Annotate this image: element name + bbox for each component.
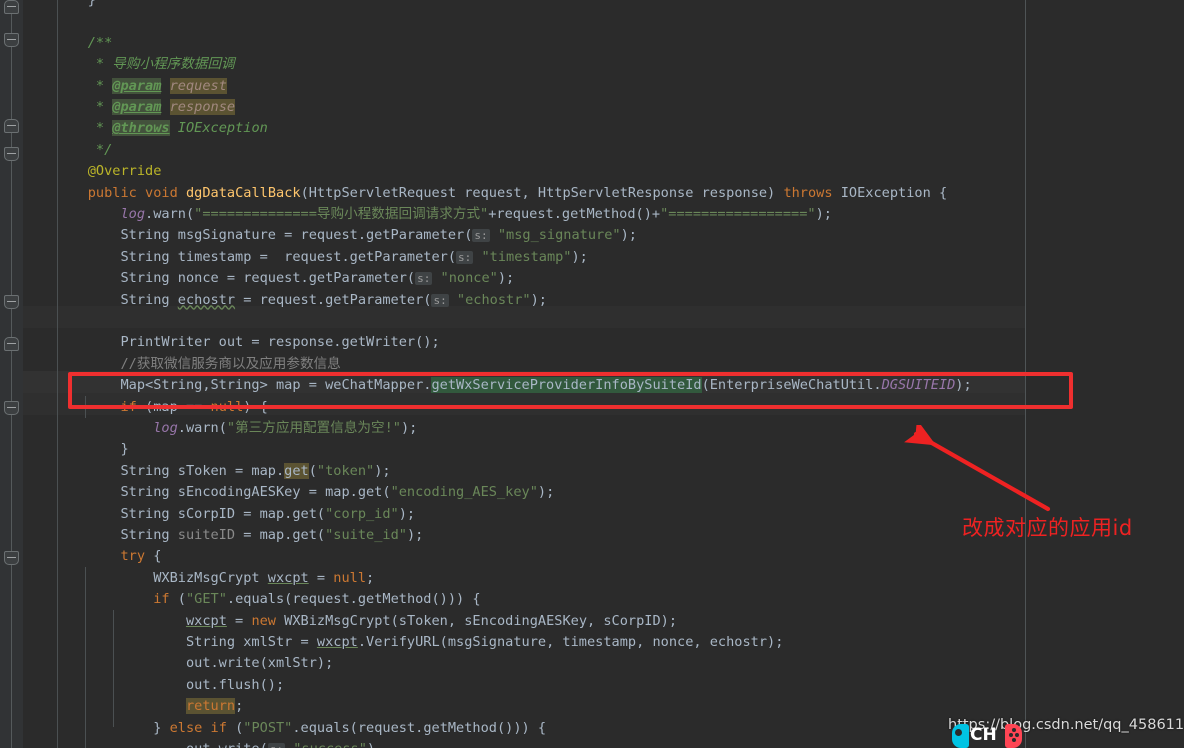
fold-marker-collapse-start[interactable] bbox=[4, 551, 19, 565]
code-line: if (map == null) { bbox=[120, 398, 268, 415]
code-line: * @param request bbox=[55, 77, 227, 94]
code-line: Map<String,String> map = weChatMapper.ge… bbox=[55, 377, 972, 394]
code-line: String echostr = request.getParameter(s:… bbox=[55, 291, 547, 308]
fold-marker-collapse-start[interactable] bbox=[4, 401, 19, 415]
joycon-left-icon bbox=[952, 724, 969, 748]
code-line: */ bbox=[55, 141, 113, 158]
code-line: out.flush(); bbox=[55, 676, 285, 693]
code-line: try { bbox=[120, 548, 162, 565]
fold-marker-collapse-start[interactable] bbox=[4, 295, 19, 309]
code-line: //获取微信服务商以及应用参数信息 bbox=[55, 355, 341, 372]
code-line: * @throws IOException bbox=[55, 120, 268, 137]
code-line: log.warn("==============导购小程数据回调请求方式"+re… bbox=[120, 206, 832, 222]
fold-marker-collapse-end[interactable] bbox=[4, 119, 19, 133]
code-line: /** bbox=[55, 34, 113, 51]
code-line: if ("GET".equals(request.getMethod())) { bbox=[153, 591, 481, 608]
editor-gutter[interactable] bbox=[0, 0, 23, 748]
joycon-buttons-icon bbox=[1009, 728, 1019, 744]
code-line: String xmlStr = wxcpt.VerifyURL(msgSigna… bbox=[55, 634, 784, 650]
code-line: @Override bbox=[87, 163, 162, 180]
code-line: String msgSignature = request.getParamet… bbox=[55, 227, 637, 244]
code-line: * @param response bbox=[55, 99, 236, 115]
editor-text-area[interactable]: } /** * 导购小程序数据回调 * @param request * @pa… bbox=[23, 0, 1184, 748]
code-line: WXBizMsgCrypt wxcpt = null; bbox=[55, 569, 375, 586]
fold-rail bbox=[11, 0, 12, 748]
callout-note: 改成对应的应用id bbox=[962, 516, 1133, 540]
code-line: PrintWriter out = response.getWriter(); bbox=[55, 334, 440, 351]
code-line: String timestamp = request.getParameter(… bbox=[55, 248, 588, 265]
fold-marker-collapse-end[interactable] bbox=[4, 0, 19, 14]
code-line: wxcpt = new WXBizMsgCrypt(sToken, sEncod… bbox=[185, 612, 678, 629]
fold-marker-collapse-start[interactable] bbox=[4, 33, 19, 47]
watermark-logo-label: CH bbox=[970, 725, 997, 745]
code-line: String nonce = request.getParameter(s: "… bbox=[55, 270, 515, 287]
code-line: } bbox=[55, 0, 96, 8]
code-editor-window: } /** * 导购小程序数据回调 * @param request * @pa… bbox=[0, 0, 1184, 748]
code-line: public void dgDataCallBack(HttpServletRe… bbox=[87, 184, 948, 201]
code-line: out.write(xmlStr); bbox=[55, 655, 334, 672]
fold-marker-collapse-end[interactable] bbox=[4, 337, 19, 351]
code-line: * 导购小程序数据回调 bbox=[55, 56, 235, 73]
fold-marker-collapse-start[interactable] bbox=[4, 147, 19, 161]
watermark-logo: CH bbox=[952, 724, 1022, 748]
callout-arrow bbox=[904, 425, 1051, 512]
code-line: return; bbox=[185, 698, 244, 715]
